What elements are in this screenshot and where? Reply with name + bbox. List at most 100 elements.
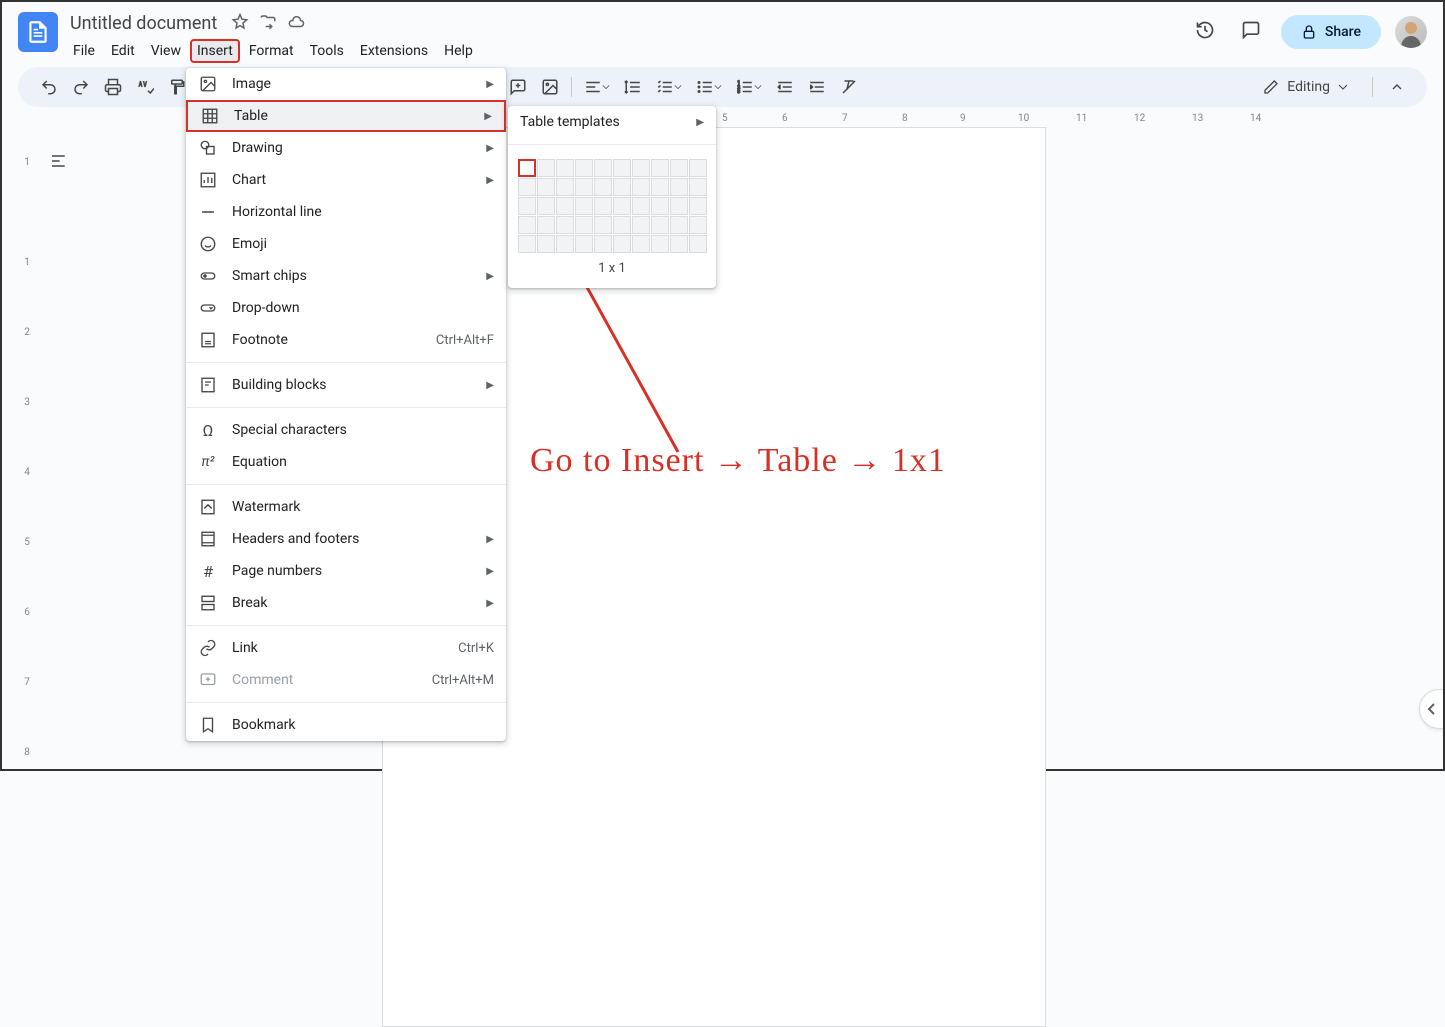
table-grid-cell[interactable] (594, 159, 612, 177)
table-grid-cell[interactable] (556, 235, 574, 253)
menu-insert[interactable]: Insert (190, 39, 240, 63)
table-grid-cell[interactable] (575, 216, 593, 234)
insert-drawing-item[interactable]: Drawing ▶ (186, 132, 506, 164)
increase-indent-button[interactable] (802, 73, 832, 101)
print-button[interactable] (98, 73, 128, 101)
table-grid-cell[interactable] (689, 197, 707, 215)
undo-button[interactable] (34, 73, 64, 101)
table-grid-cell[interactable] (651, 159, 669, 177)
checklist-button[interactable] (650, 73, 688, 101)
table-grid-cell[interactable] (556, 159, 574, 177)
table-grid-cell[interactable] (689, 235, 707, 253)
star-icon[interactable] (231, 13, 249, 35)
share-button[interactable]: Share (1281, 15, 1381, 49)
table-grid-cell[interactable] (556, 178, 574, 196)
decrease-indent-button[interactable] (770, 73, 800, 101)
table-grid-cell[interactable] (556, 216, 574, 234)
insert-headers-footers-item[interactable]: Headers and footers ▶ (186, 523, 506, 555)
table-grid-cell[interactable] (594, 216, 612, 234)
clear-formatting-button[interactable] (834, 73, 864, 101)
insert-watermark-item[interactable]: Watermark (186, 491, 506, 523)
insert-table-item[interactable]: Table ▶ (186, 100, 506, 132)
table-grid-cell[interactable] (594, 235, 612, 253)
account-avatar[interactable] (1395, 16, 1427, 48)
table-grid-cell[interactable] (613, 159, 631, 177)
menu-view[interactable]: View (144, 39, 188, 63)
insert-bookmark-item[interactable]: Bookmark (186, 709, 506, 741)
table-grid-cell[interactable] (575, 197, 593, 215)
comments-icon[interactable] (1235, 14, 1267, 50)
table-grid-cell[interactable] (613, 197, 631, 215)
align-button[interactable] (578, 73, 616, 101)
insert-chart-item[interactable]: Chart ▶ (186, 164, 506, 196)
table-grid-cell[interactable] (537, 159, 555, 177)
table-grid-cell[interactable] (632, 235, 650, 253)
table-grid-cell[interactable] (518, 235, 536, 253)
table-grid-cell[interactable] (632, 197, 650, 215)
insert-dropdown-item[interactable]: Drop-down (186, 292, 506, 324)
insert-equation-item[interactable]: π² Equation (186, 446, 506, 478)
table-grid-cell[interactable] (594, 178, 612, 196)
table-grid-cell[interactable] (575, 235, 593, 253)
table-grid-cell[interactable] (613, 235, 631, 253)
table-grid-cell[interactable] (613, 178, 631, 196)
numbered-list-button[interactable]: 123 (730, 73, 768, 101)
table-grid-cell[interactable] (537, 178, 555, 196)
bulleted-list-button[interactable] (690, 73, 728, 101)
document-title[interactable]: Untitled document (66, 12, 221, 35)
menu-tools[interactable]: Tools (303, 39, 351, 63)
table-grid-cell[interactable] (537, 197, 555, 215)
table-grid-cell[interactable] (651, 216, 669, 234)
table-grid-cell[interactable] (537, 216, 555, 234)
table-grid-cell[interactable] (518, 216, 536, 234)
table-grid-cell[interactable] (651, 197, 669, 215)
table-grid-cell[interactable] (594, 197, 612, 215)
cloud-status-icon[interactable] (287, 13, 305, 35)
table-grid-cell[interactable] (689, 178, 707, 196)
table-grid-cell[interactable] (651, 178, 669, 196)
menu-help[interactable]: Help (437, 39, 480, 63)
table-grid-cell[interactable] (689, 159, 707, 177)
table-size-grid[interactable] (508, 151, 716, 257)
table-grid-cell[interactable] (556, 197, 574, 215)
table-grid-cell[interactable] (670, 178, 688, 196)
insert-comment-button[interactable] (503, 73, 533, 101)
table-grid-cell[interactable] (670, 235, 688, 253)
insert-footnote-item[interactable]: Footnote Ctrl+Alt+F (186, 324, 506, 356)
spellcheck-button[interactable] (130, 73, 160, 101)
docs-logo[interactable] (18, 12, 58, 52)
insert-page-numbers-item[interactable]: # Page numbers ▶ (186, 555, 506, 587)
table-grid-cell[interactable] (518, 159, 536, 177)
collapse-toolbar-button[interactable] (1383, 73, 1411, 101)
insert-image-item[interactable]: Image ▶ (186, 68, 506, 100)
move-icon[interactable] (259, 13, 277, 35)
redo-button[interactable] (66, 73, 96, 101)
table-grid-cell[interactable] (575, 178, 593, 196)
menu-edit[interactable]: Edit (104, 39, 142, 63)
insert-link-item[interactable]: Link Ctrl+K (186, 632, 506, 664)
table-grid-cell[interactable] (613, 216, 631, 234)
table-grid-cell[interactable] (689, 216, 707, 234)
menu-extensions[interactable]: Extensions (353, 39, 435, 63)
table-grid-cell[interactable] (518, 178, 536, 196)
table-grid-cell[interactable] (632, 159, 650, 177)
menu-file[interactable]: File (66, 39, 102, 63)
table-grid-cell[interactable] (670, 216, 688, 234)
table-templates-item[interactable]: Table templates ▶ (508, 106, 716, 138)
table-grid-cell[interactable] (518, 197, 536, 215)
insert-horizontal-line-item[interactable]: Horizontal line (186, 196, 506, 228)
insert-building-blocks-item[interactable]: Building blocks ▶ (186, 369, 506, 401)
table-grid-cell[interactable] (575, 159, 593, 177)
insert-break-item[interactable]: Break ▶ (186, 587, 506, 619)
table-grid-cell[interactable] (632, 178, 650, 196)
table-grid-cell[interactable] (651, 235, 669, 253)
menu-format[interactable]: Format (242, 39, 301, 63)
insert-emoji-item[interactable]: Emoji (186, 228, 506, 260)
table-grid-cell[interactable] (632, 216, 650, 234)
table-grid-cell[interactable] (670, 197, 688, 215)
insert-image-button[interactable] (535, 73, 565, 101)
line-spacing-button[interactable] (618, 73, 648, 101)
insert-special-chars-item[interactable]: Ω Special characters (186, 414, 506, 446)
editing-mode-button[interactable]: Editing (1253, 73, 1358, 101)
history-icon[interactable] (1189, 14, 1221, 50)
